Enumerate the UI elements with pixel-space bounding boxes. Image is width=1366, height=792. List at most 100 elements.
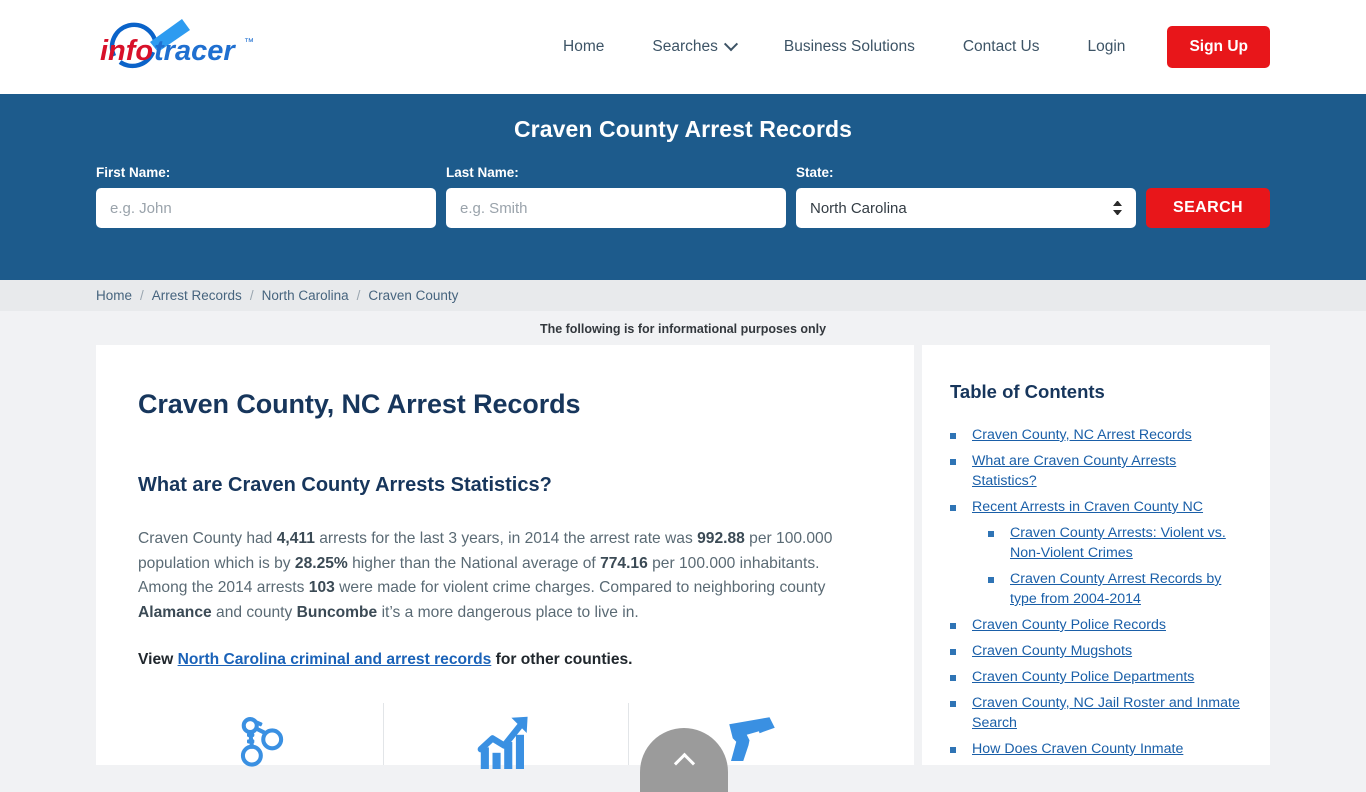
toc-item: What are Craven County Arrests Statistic…: [950, 451, 1244, 491]
breadcrumb-item-craven-county[interactable]: Craven County: [368, 288, 458, 303]
sign-up-button[interactable]: Sign Up: [1167, 26, 1270, 68]
svg-text:tracer: tracer: [154, 35, 236, 67]
chevron-up-icon: [673, 752, 695, 774]
toc-list: Craven County, NC Arrest Records What ar…: [950, 425, 1244, 759]
breadcrumb-item-north-carolina[interactable]: North Carolina: [262, 288, 349, 303]
bullet-square-icon: [950, 747, 956, 753]
breadcrumb-item-arrest-records[interactable]: Arrest Records: [152, 288, 242, 303]
first-name-input[interactable]: [96, 188, 436, 228]
growth-chart-icon: [477, 716, 528, 769]
view-prefix: View: [138, 651, 178, 668]
nav-contact-us-label: Contact Us: [962, 38, 1040, 55]
nav-login[interactable]: Login: [1064, 28, 1150, 66]
nav-login-label: Login: [1087, 38, 1126, 55]
toc-title: Table of Contents: [950, 381, 1105, 402]
state-label: State:: [796, 165, 834, 180]
nav-business-solutions-label: Business Solutions: [783, 38, 915, 55]
bullet-square-icon: [988, 577, 994, 583]
last-name-label: Last Name:: [446, 165, 519, 180]
view-suffix: for other counties.: [491, 651, 633, 668]
nav-business-solutions[interactable]: Business Solutions: [760, 28, 939, 66]
stat-violent-crimes: 103: [308, 579, 335, 596]
state-field-group: State: North Carolina: [796, 165, 1136, 228]
para-text: were made for violent crime charges. Com…: [334, 579, 826, 596]
toc-item: Recent Arrests in Craven County NC Crave…: [950, 497, 1244, 609]
breadcrumb-separator: /: [249, 288, 254, 303]
neighbor-county-buncombe: Buncombe: [296, 603, 378, 621]
toc-link-inmate-search-how[interactable]: How Does Craven County Inmate: [972, 739, 1183, 759]
icon-cell-growth-chart: [382, 703, 629, 769]
toc-link-records-by-type[interactable]: Craven County Arrest Records by type fro…: [1010, 569, 1244, 609]
bullet-square-icon: [950, 649, 956, 655]
handcuffs-icon: [241, 717, 284, 767]
toc-item: How Does Craven County Inmate: [950, 739, 1244, 759]
toc-link-jail-roster[interactable]: Craven County, NC Jail Roster and Inmate…: [972, 693, 1244, 733]
table-of-contents-card: Table of Contents Craven County, NC Arre…: [922, 345, 1270, 765]
breadcrumb-separator: /: [140, 288, 144, 303]
site-header: info tracer ™ Home Searches Business Sol…: [0, 0, 1366, 94]
toc-subitem: Craven County Arrests: Violent vs. Non-V…: [988, 523, 1244, 563]
banner-title: Craven County Arrest Records: [513, 116, 853, 142]
svg-text:™: ™: [244, 37, 254, 48]
svg-text:info: info: [100, 35, 153, 67]
view-other-counties-line: View North Carolina criminal and arrest …: [138, 651, 874, 669]
toc-link-police-records[interactable]: Craven County Police Records: [972, 615, 1166, 635]
infotracer-logo-icon: info tracer ™: [100, 19, 254, 69]
first-name-label: First Name:: [96, 165, 171, 180]
icon-cell-handcuffs: [138, 703, 383, 767]
para-text: Craven County had: [138, 530, 277, 547]
toc-item: Craven County Police Records: [950, 615, 1244, 635]
informational-notice: The following is for informational purpo…: [539, 322, 827, 336]
nav-searches[interactable]: Searches: [628, 28, 759, 66]
para-text: higher than the National average of: [347, 554, 601, 572]
stat-national-average: 774.16: [600, 554, 648, 572]
bullet-square-icon: [950, 459, 956, 465]
last-name-input[interactable]: [446, 188, 786, 228]
main-navigation: Home Searches Business Solutions Contact…: [539, 26, 1270, 68]
page-title: Craven County, NC Arrest Records: [138, 389, 581, 419]
toc-link-recent-arrests[interactable]: Recent Arrests in Craven County NC: [972, 497, 1203, 517]
toc-item: Craven County, NC Jail Roster and Inmate…: [950, 693, 1244, 733]
para-text: it’s a more dangerous place to live in.: [377, 603, 639, 621]
infotracer-logo[interactable]: info tracer ™: [96, 12, 272, 82]
nav-home-label: Home: [563, 38, 605, 55]
state-select[interactable]: North Carolina: [796, 188, 1136, 228]
arrest-statistics-paragraph: Craven County had 4,411 arrests for the …: [138, 527, 858, 625]
breadcrumb-item-home[interactable]: Home: [96, 288, 132, 303]
handgun-icon: [728, 717, 775, 761]
toc-link-arrests-statistics[interactable]: What are Craven County Arrests Statistic…: [972, 451, 1244, 491]
last-name-field-group: Last Name:: [446, 165, 786, 228]
breadcrumb: Home / Arrest Records / North Carolina /…: [0, 280, 1366, 311]
arrest-search-form: First Name: Last Name: State: North Caro…: [96, 165, 1270, 228]
para-text: arrests for the last 3 years, in 2014 th…: [314, 530, 698, 547]
stat-icon-row: [138, 703, 874, 769]
first-name-field-group: First Name:: [96, 165, 436, 228]
arrest-records-search-banner: Craven County Arrest Records First Name:…: [0, 94, 1366, 280]
toc-item: Craven County, NC Arrest Records: [950, 425, 1244, 445]
north-carolina-records-link[interactable]: North Carolina criminal and arrest recor…: [178, 651, 492, 668]
article-card: Craven County, NC Arrest Records What ar…: [96, 345, 914, 769]
para-text: and county: [211, 603, 297, 621]
toc-link-violent-vs-nonviolent[interactable]: Craven County Arrests: Violent vs. Non-V…: [1010, 523, 1244, 563]
toc-item: Craven County Mugshots: [950, 641, 1244, 661]
bullet-square-icon: [950, 701, 956, 707]
toc-sublist: Craven County Arrests: Violent vs. Non-V…: [988, 523, 1244, 609]
neighbor-county-alamance: Alamance: [138, 603, 212, 621]
state-select-wrapper: North Carolina: [796, 188, 1136, 228]
toc-link-mugshots[interactable]: Craven County Mugshots: [972, 641, 1132, 661]
chevron-down-icon: [723, 37, 738, 52]
content-wrapper: Craven County, NC Arrest Records What ar…: [0, 345, 1366, 769]
statistics-heading: What are Craven County Arrests Statistic…: [138, 474, 552, 496]
toc-item: Craven County Police Departments: [950, 667, 1244, 687]
toc-link-police-departments[interactable]: Craven County Police Departments: [972, 667, 1194, 687]
stat-arrest-rate: 992.88: [697, 530, 745, 547]
bullet-square-icon: [950, 675, 956, 681]
stat-total-arrests: 4,411: [276, 530, 315, 547]
search-button[interactable]: SEARCH: [1146, 188, 1270, 228]
nav-home[interactable]: Home: [539, 28, 628, 66]
bullet-square-icon: [950, 623, 956, 629]
nav-contact-us[interactable]: Contact Us: [939, 28, 1064, 66]
nav-searches-label: Searches: [652, 38, 718, 55]
toc-link-arrest-records[interactable]: Craven County, NC Arrest Records: [972, 425, 1192, 445]
bullet-square-icon: [950, 505, 956, 511]
